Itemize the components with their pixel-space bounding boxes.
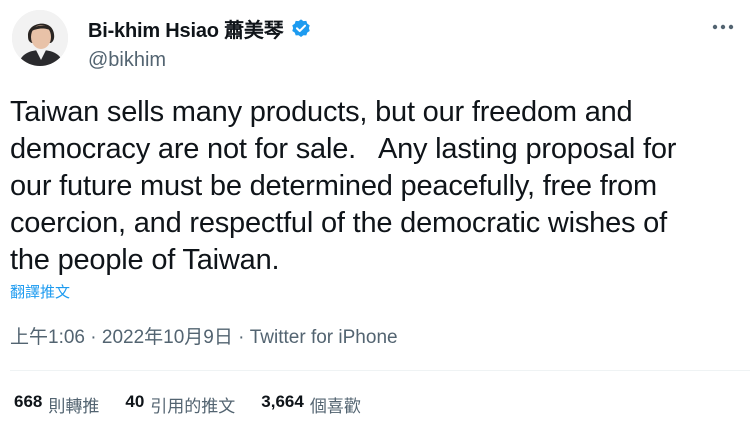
- likes-count: 3,664: [261, 392, 304, 411]
- divider: [10, 370, 750, 371]
- author-block[interactable]: Bi-khim Hsiao 蕭美琴 @bikhim: [88, 14, 312, 72]
- tweet-meta: 上午1:06 · 2022年10月9日 · Twitter for iPhone: [10, 322, 398, 349]
- quote-tweets-stat[interactable]: 40 引用的推文: [125, 392, 235, 417]
- display-name[interactable]: Bi-khim Hsiao 蕭美琴: [88, 14, 284, 43]
- tweet-source[interactable]: Twitter for iPhone: [250, 327, 398, 348]
- meta-separator: ·: [232, 327, 250, 348]
- more-horizontal-icon[interactable]: [710, 14, 736, 40]
- likes-stat[interactable]: 3,664 個喜歡: [261, 392, 361, 417]
- handle[interactable]: @bikhim: [88, 49, 312, 72]
- tweet-text: Taiwan sells many products, but our free…: [10, 96, 677, 276]
- retweets-count: 668: [14, 392, 43, 411]
- likes-label: 個喜歡: [309, 397, 361, 416]
- meta-separator: ·: [84, 327, 102, 348]
- retweets-stat[interactable]: 668 則轉推: [14, 392, 99, 417]
- retweets-label: 則轉推: [48, 397, 100, 416]
- name-row: Bi-khim Hsiao 蕭美琴: [88, 14, 312, 43]
- quote-tweets-count: 40: [125, 392, 145, 411]
- quote-tweets-label: 引用的推文: [150, 397, 236, 416]
- profile-photo: [12, 10, 68, 66]
- tweet-stats: 668 則轉推 40 引用的推文 3,664 個喜歡: [14, 392, 361, 417]
- tweet-time[interactable]: 上午1:06: [10, 327, 85, 348]
- tweet-date[interactable]: 2022年10月9日: [102, 327, 233, 348]
- translate-tweet-link[interactable]: 翻譯推文: [10, 281, 70, 302]
- avatar[interactable]: [12, 10, 68, 66]
- verified-badge-icon: [290, 18, 312, 40]
